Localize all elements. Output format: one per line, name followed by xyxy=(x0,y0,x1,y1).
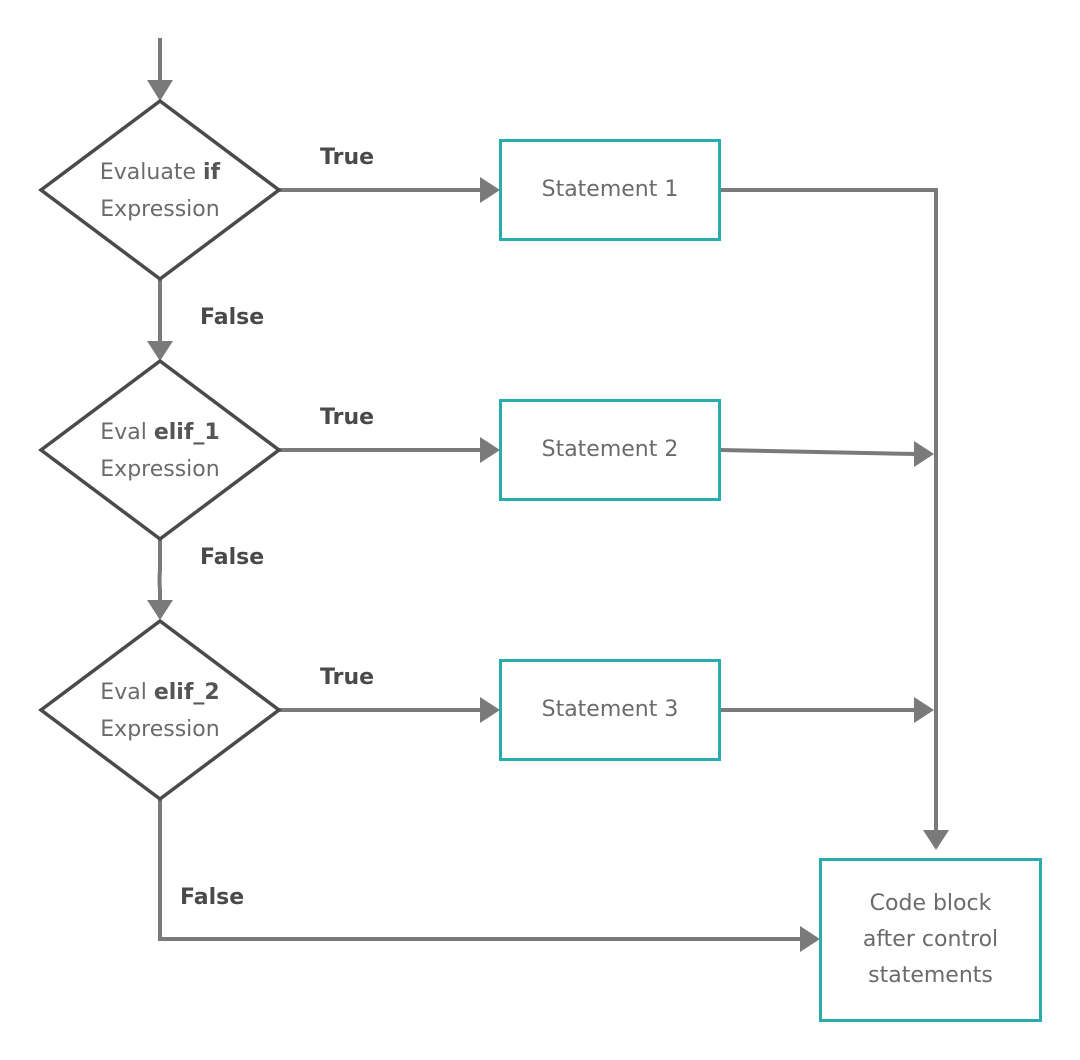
arrowhead-merge-statement2 xyxy=(914,441,934,467)
statement1-label: Statement 1 xyxy=(541,177,679,202)
edge-label-false-elif1: False xyxy=(200,545,265,570)
statement3-box: Statement 3 xyxy=(499,659,721,761)
after-block-line3: statements xyxy=(868,963,993,988)
elif2-decision-line2: Expression xyxy=(100,717,220,742)
elif2-decision-prefix: Eval xyxy=(100,680,154,705)
edge-statement1-merge xyxy=(720,188,938,832)
after-block-line2: after control xyxy=(862,927,999,952)
statement3-label: Statement 3 xyxy=(541,697,679,722)
edge-statement2-merge xyxy=(719,448,917,456)
edge-label-false-if: False xyxy=(200,305,265,330)
edge-elif2-false xyxy=(158,799,802,941)
if-keyword: if xyxy=(202,160,221,185)
statement1-box: Statement 1 xyxy=(499,139,721,241)
statement2-label: Statement 2 xyxy=(541,437,679,462)
arrowhead-elif2 xyxy=(147,600,173,620)
edge-label-true-if: True xyxy=(320,145,375,170)
edge-label-true-elif1: True xyxy=(320,405,375,430)
arrowhead-after-block-top xyxy=(923,830,949,850)
if-decision-text: Evaluate if Expression xyxy=(60,154,260,228)
elif1-decision-prefix: Eval xyxy=(100,420,154,445)
elif1-decision-text: Eval elif_1 Expression xyxy=(60,414,260,488)
if-decision-line2: Expression xyxy=(100,197,220,222)
elif1-keyword: elif_1 xyxy=(153,420,220,445)
arrowhead-statement3 xyxy=(480,697,500,723)
after-block-line1: Code block xyxy=(869,891,992,916)
statement2-box: Statement 2 xyxy=(499,399,721,501)
edge-label-true-elif2: True xyxy=(320,665,375,690)
after-block-box: Code block after control statements xyxy=(819,858,1042,1022)
edge-elif1-false xyxy=(157,539,162,601)
arrowhead-statement2 xyxy=(480,437,500,463)
arrowhead-after-block-left xyxy=(800,926,820,952)
if-decision-prefix: Evaluate xyxy=(99,160,203,185)
arrowhead-merge-statement3 xyxy=(914,697,934,723)
arrowhead-statement1 xyxy=(480,177,500,203)
elif2-keyword: elif_2 xyxy=(153,680,220,705)
edge-label-false-elif2: False xyxy=(180,885,245,910)
elif2-decision-text: Eval elif_2 Expression xyxy=(60,674,260,748)
elif1-decision-line2: Expression xyxy=(100,457,220,482)
entry-arrowhead xyxy=(147,80,173,101)
arrowhead-elif1 xyxy=(147,341,173,361)
